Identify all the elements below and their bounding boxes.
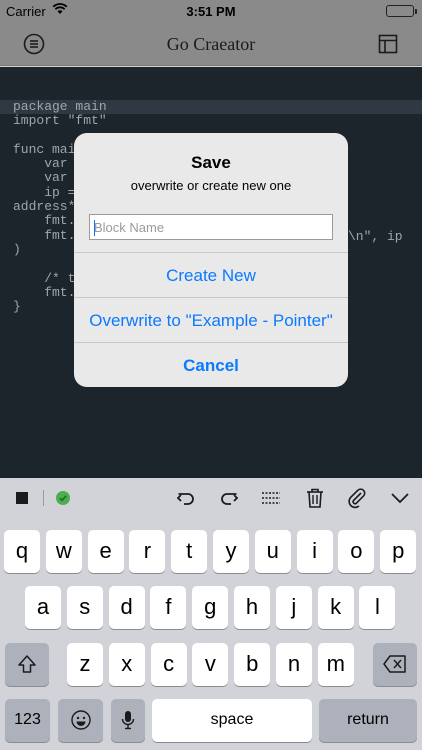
key-s[interactable]: s: [66, 586, 103, 629]
block-name-placeholder: Block Name: [94, 220, 165, 235]
status-bar: Carrier 3:51 PM: [0, 0, 422, 22]
attach-icon[interactable]: [345, 486, 369, 510]
code-line: package main: [0, 99, 422, 115]
key-t[interactable]: t: [171, 530, 208, 573]
key-z[interactable]: z: [67, 643, 103, 686]
dismiss-keyboard-icon[interactable]: [388, 486, 412, 510]
key-f[interactable]: f: [150, 586, 187, 629]
alert-title: Save: [191, 153, 231, 172]
stop-icon[interactable]: [10, 486, 34, 510]
key-g[interactable]: g: [192, 586, 229, 629]
key-u[interactable]: u: [254, 530, 291, 573]
key-a[interactable]: a: [25, 586, 61, 629]
overwrite-button[interactable]: Overwrite to "Example - Pointer": [74, 297, 348, 342]
key-r[interactable]: r: [129, 530, 166, 573]
key-p[interactable]: p: [380, 530, 417, 573]
layout-icon[interactable]: [376, 32, 400, 56]
key-e[interactable]: e: [87, 530, 124, 573]
alert-message: overwrite or create new one: [130, 178, 292, 193]
editor-toolbar: [0, 478, 422, 518]
status-check-icon: [51, 486, 75, 510]
microphone-key[interactable]: [111, 699, 145, 742]
key-k[interactable]: k: [317, 586, 354, 629]
navigation-bar: Go Craeator: [0, 22, 422, 66]
key-q[interactable]: q: [4, 530, 40, 573]
create-new-button[interactable]: Create New: [74, 252, 348, 297]
code-right-fragment: \n", ip: [348, 229, 403, 244]
code-line: import "fmt": [13, 113, 107, 129]
key-m[interactable]: m: [317, 643, 354, 686]
emoji-key[interactable]: [58, 699, 103, 742]
key-c[interactable]: c: [150, 643, 187, 686]
key-b[interactable]: b: [234, 643, 271, 686]
key-d[interactable]: d: [108, 586, 145, 629]
space-key[interactable]: space: [152, 699, 312, 742]
app-title: Go Craeator: [166, 34, 256, 54]
indent-icon[interactable]: [259, 486, 283, 510]
key-j[interactable]: j: [275, 586, 312, 629]
key-x[interactable]: x: [108, 643, 145, 686]
toolbar-divider: [43, 490, 44, 506]
shift-key[interactable]: [5, 643, 49, 686]
cancel-button[interactable]: Cancel: [74, 342, 348, 387]
return-key[interactable]: return: [319, 699, 417, 742]
numbers-key[interactable]: 123: [5, 699, 50, 742]
block-name-input[interactable]: Block Name: [89, 214, 333, 240]
key-v[interactable]: v: [192, 643, 229, 686]
key-y[interactable]: y: [213, 530, 249, 573]
text-caret: [94, 220, 95, 236]
clock: 3:51 PM: [186, 4, 236, 19]
key-l[interactable]: l: [359, 586, 396, 629]
battery-icon: [386, 5, 417, 17]
key-w[interactable]: w: [45, 530, 82, 573]
save-alert-dialog: Save overwrite or create new one Block N…: [74, 133, 348, 387]
key-o[interactable]: o: [338, 530, 375, 573]
trash-icon[interactable]: [303, 486, 327, 510]
keyboard: 123 space return qwertyuiop asdfghjkl zxcv…: [0, 518, 422, 750]
key-h[interactable]: h: [234, 586, 270, 629]
redo-icon[interactable]: [217, 486, 241, 510]
backspace-key[interactable]: [373, 643, 417, 686]
key-n[interactable]: n: [276, 643, 312, 686]
undo-icon[interactable]: [174, 486, 198, 510]
key-i[interactable]: i: [296, 530, 333, 573]
